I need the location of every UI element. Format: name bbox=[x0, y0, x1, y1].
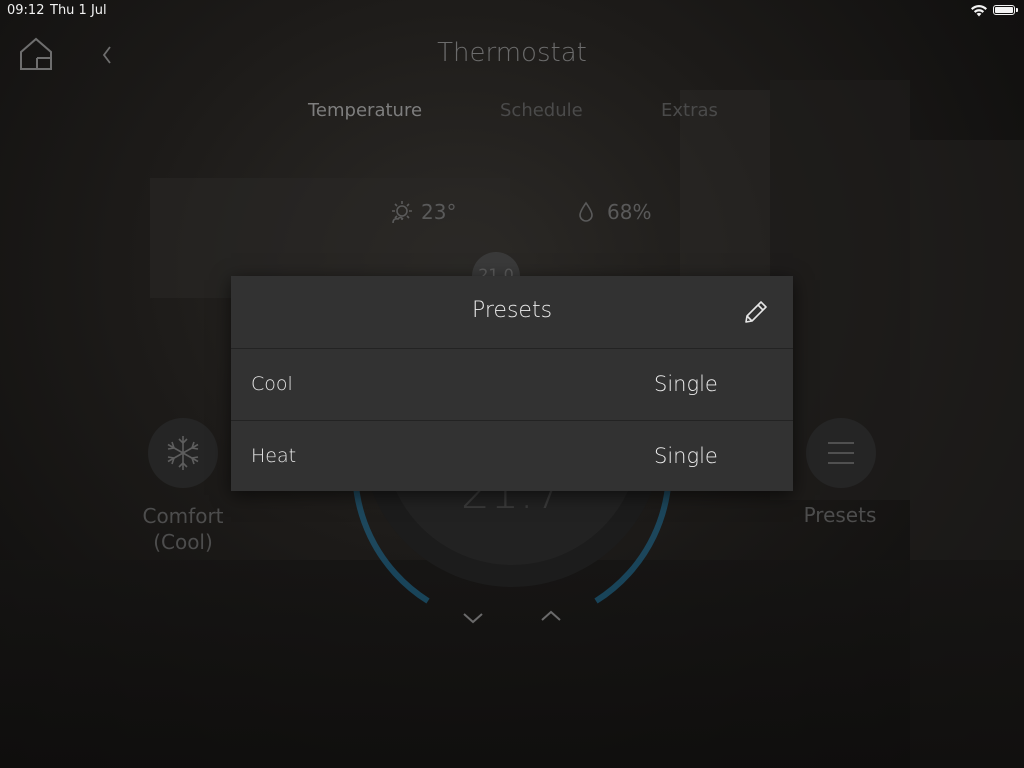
presets-dialog: Presets Cool Single Heat Single bbox=[231, 276, 793, 491]
dialog-header: Presets bbox=[231, 276, 793, 349]
edit-pencil-icon[interactable] bbox=[742, 298, 770, 326]
preset-mode: Single bbox=[654, 444, 718, 468]
thermostat-screen: 09:12 Thu 1 Jul Thermostat Temperature S… bbox=[0, 0, 1024, 768]
preset-name: Heat bbox=[251, 445, 297, 467]
preset-name: Cool bbox=[251, 373, 293, 395]
preset-row-cool[interactable]: Cool Single bbox=[231, 349, 793, 421]
preset-row-heat[interactable]: Heat Single bbox=[231, 421, 793, 491]
preset-mode: Single bbox=[654, 372, 718, 396]
dialog-title: Presets bbox=[471, 298, 553, 323]
